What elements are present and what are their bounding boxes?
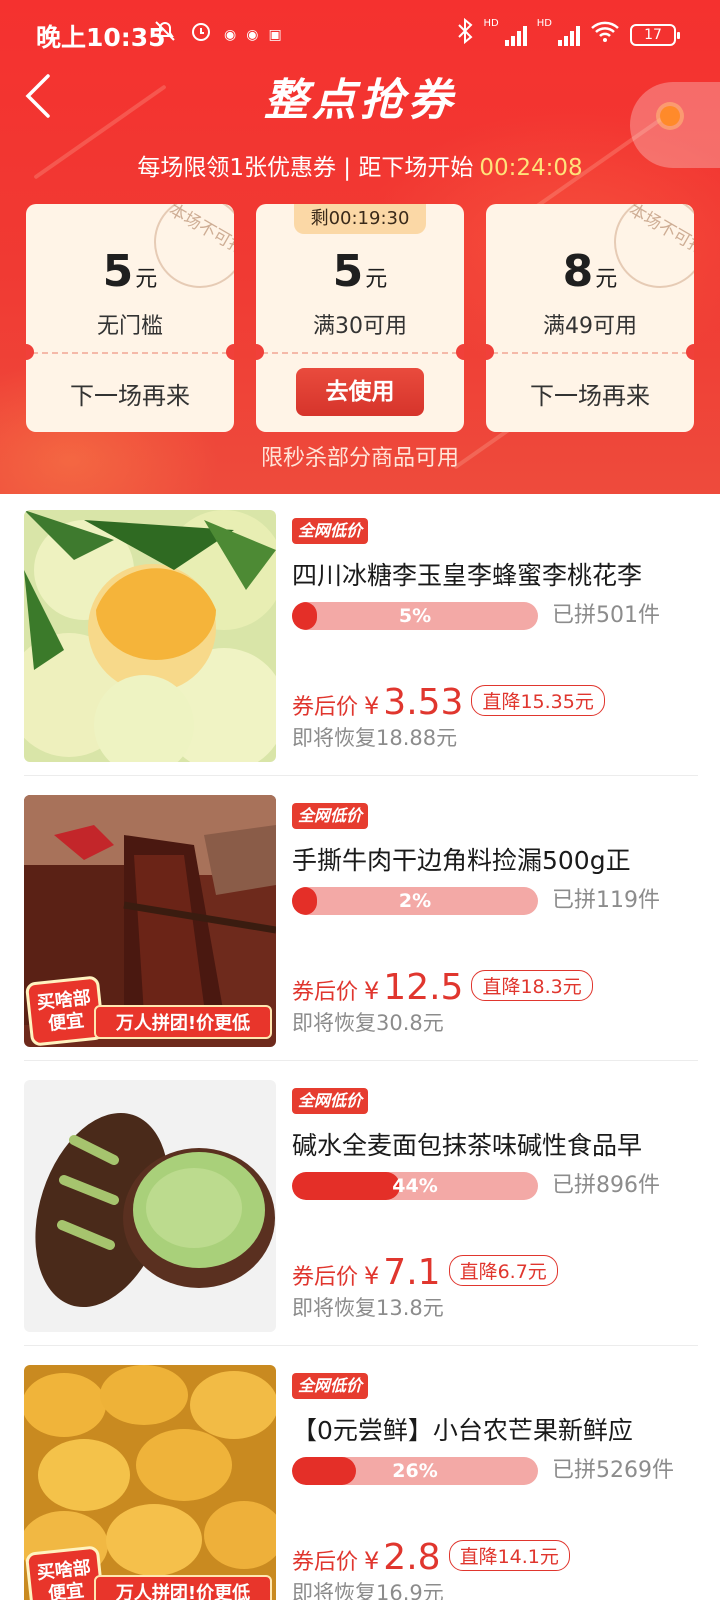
app-notification-icon: ◉ (246, 27, 259, 43)
progress-label: 44% (392, 1175, 438, 1197)
hd-label: HD (483, 18, 499, 29)
coupon-condition: 满49可用 (543, 314, 637, 339)
coupon-card[interactable]: 本场不可抢 8元 满49可用 下一场再来 (486, 204, 694, 432)
wifi-icon (590, 19, 620, 51)
product-title[interactable]: 【0元尝鲜】小台农芒果新鲜应 (292, 1411, 702, 1447)
hd-label: HD (536, 18, 552, 29)
page: 晚上10:35 ◉ ◉ ▣ HD HD 17 整点抢券 每场限领1张优惠券 | … (0, 0, 720, 1600)
bluetooth-icon (456, 17, 474, 52)
lowest-price-tag: 全网低价 (292, 1373, 369, 1399)
coupon-amount-value: 5 (102, 246, 134, 297)
lowest-price-tag: 全网低价 (292, 803, 369, 829)
coupon-amount: 5元 (26, 246, 234, 297)
progress-label: 26% (392, 1460, 438, 1482)
sold-count: 已拼5269件 (552, 1458, 674, 1483)
lowest-price-tag: 全网低价 (292, 518, 369, 544)
page-title: 整点抢券 (264, 75, 456, 126)
coupon-price: 3.53 (383, 682, 464, 723)
group-buy-progress-bar: 5% (292, 602, 538, 630)
coupon-countdown: 剩00:19:30 (294, 204, 426, 234)
app-notification-icon: ▣ (268, 27, 282, 43)
product-title[interactable]: 四川冰糖李玉皇李蜂蜜李桃花李 (292, 556, 702, 592)
coupon-price: 12.5 (383, 967, 464, 1008)
coupon-condition: 满30可用 (313, 314, 407, 339)
sold-count: 已拼501件 (552, 603, 660, 628)
original-price: 即将恢复30.8元 (292, 1011, 444, 1035)
coupon-amount-value: 5 (332, 246, 364, 297)
discount-badge: 直降6.7元 (448, 1255, 558, 1286)
promo-ribbon: 买啥部便宜 万人拼团!价更低 (24, 975, 276, 1047)
coupon-action-text: 下一场再来 (530, 382, 650, 410)
coupon-banner: 晚上10:35 ◉ ◉ ▣ HD HD 17 整点抢券 每场限领1张优惠券 | … (0, 0, 720, 494)
use-coupon-button[interactable]: 去使用 (296, 368, 424, 416)
product-image-matcha-bread[interactable] (24, 1080, 276, 1332)
battery-icon: 17 (630, 24, 680, 46)
status-bar: 晚上10:35 ◉ ◉ ▣ HD HD 17 (0, 0, 720, 68)
price-label: 券后价 (292, 1265, 359, 1290)
coupon-action-text: 下一场再来 (70, 382, 190, 410)
cell-signal-icon (504, 24, 527, 46)
currency-symbol: ¥ (364, 1262, 380, 1290)
session-info: 每场限领1张优惠券 | 距下场开始 00:24:08 (0, 148, 720, 182)
price-label: 券后价 (292, 695, 359, 720)
coupon-price: 7.1 (383, 1252, 441, 1293)
group-buy-progress-bar: 2% (292, 887, 538, 915)
promo-strip: 万人拼团!价更低 (94, 1575, 272, 1600)
product-title[interactable]: 手撕牛肉干边角料捡漏500g正 (292, 841, 702, 877)
original-price: 即将恢复18.88元 (292, 726, 458, 750)
currency-symbol: ¥ (364, 1547, 380, 1575)
coupon-amount: 5元 (256, 246, 464, 297)
group-buy-progress-bar: 26% (292, 1457, 538, 1485)
product-image-plums[interactable] (24, 510, 276, 762)
coupon-card[interactable]: 本场不可抢 5元 无门槛 下一场再来 (26, 204, 234, 432)
price-label: 券后价 (292, 1550, 359, 1575)
coupon-price-line: 券后价 ¥ 12.5 直降18.3元 (292, 967, 593, 1008)
product-title[interactable]: 碱水全麦面包抹茶味碱性食品早 (292, 1126, 702, 1162)
coupon-price-line: 券后价 ¥ 2.8 直降14.1元 (292, 1537, 570, 1578)
discount-badge: 直降14.1元 (448, 1540, 570, 1571)
status-icons-left: ◉ ◉ ▣ (152, 18, 282, 52)
product-card[interactable]: 全网低价 碱水全麦面包抹茶味碱性食品早 44% 已拼896件 券后价 ¥ 7.1… (24, 1080, 698, 1346)
coupon-condition: 无门槛 (96, 314, 163, 339)
coupon-price-line: 券后价 ¥ 3.53 直降15.35元 (292, 682, 605, 723)
coupon-amount-unit: 元 (135, 267, 158, 292)
coupon-amount-unit: 元 (595, 267, 618, 292)
discount-badge: 直降18.3元 (471, 970, 593, 1001)
product-image-beef-jerky[interactable]: 买啥部便宜 万人拼团!价更低 (24, 795, 276, 1047)
app-notification-icon: ◉ (224, 27, 237, 43)
sold-count: 已拼896件 (552, 1173, 660, 1198)
coupon-price-line: 券后价 ¥ 7.1 直降6.7元 (292, 1252, 558, 1293)
coupon-scope-note: 限秒杀部分商品可用 (260, 446, 459, 471)
mute-icon (152, 18, 178, 52)
discount-badge: 直降15.35元 (471, 685, 605, 716)
coupon-amount-value: 8 (562, 246, 594, 297)
product-card[interactable]: 全网低价 四川冰糖李玉皇李蜂蜜李桃花李 5% 已拼501件 券后价 ¥ 3.53… (24, 510, 698, 776)
assistant-dot-icon (660, 106, 680, 126)
coupon-price: 2.8 (383, 1537, 441, 1578)
status-time: 晚上10:35 (36, 23, 166, 52)
sold-count: 已拼119件 (552, 888, 660, 913)
cell-signal-icon (558, 24, 580, 46)
alarm-icon (188, 18, 214, 52)
session-rule-text: 每场限领1张优惠券 | 距下场开始 (137, 155, 474, 181)
product-card[interactable]: 买啥部便宜 万人拼团!价更低 全网低价 【0元尝鲜】小台农芒果新鲜应 26% 已… (24, 1365, 698, 1600)
promo-ribbon: 买啥部便宜 万人拼团!价更低 (24, 1545, 276, 1600)
currency-symbol: ¥ (364, 692, 380, 720)
coupon-amount-unit: 元 (365, 267, 388, 292)
original-price: 即将恢复16.9元 (292, 1581, 444, 1600)
lowest-price-tag: 全网低价 (292, 1088, 369, 1114)
product-card[interactable]: 买啥部便宜 万人拼团!价更低 全网低价 手撕牛肉干边角料捡漏500g正 2% 已… (24, 795, 698, 1061)
currency-symbol: ¥ (364, 977, 380, 1005)
next-session-timer: 00:24:08 (479, 155, 583, 181)
original-price: 即将恢复13.8元 (292, 1296, 444, 1320)
progress-label: 5% (398, 605, 432, 627)
progress-label: 2% (398, 890, 432, 912)
promo-strip: 万人拼团!价更低 (94, 1005, 272, 1039)
coupon-card[interactable]: 剩00:19:30 5元 满30可用 去使用 (256, 204, 464, 432)
coupon-amount: 8元 (486, 246, 694, 297)
group-buy-progress-bar: 44% (292, 1172, 538, 1200)
product-image-mangoes[interactable]: 买啥部便宜 万人拼团!价更低 (24, 1365, 276, 1600)
status-icons-right: HD HD 17 (456, 17, 680, 52)
price-label: 券后价 (292, 980, 359, 1005)
